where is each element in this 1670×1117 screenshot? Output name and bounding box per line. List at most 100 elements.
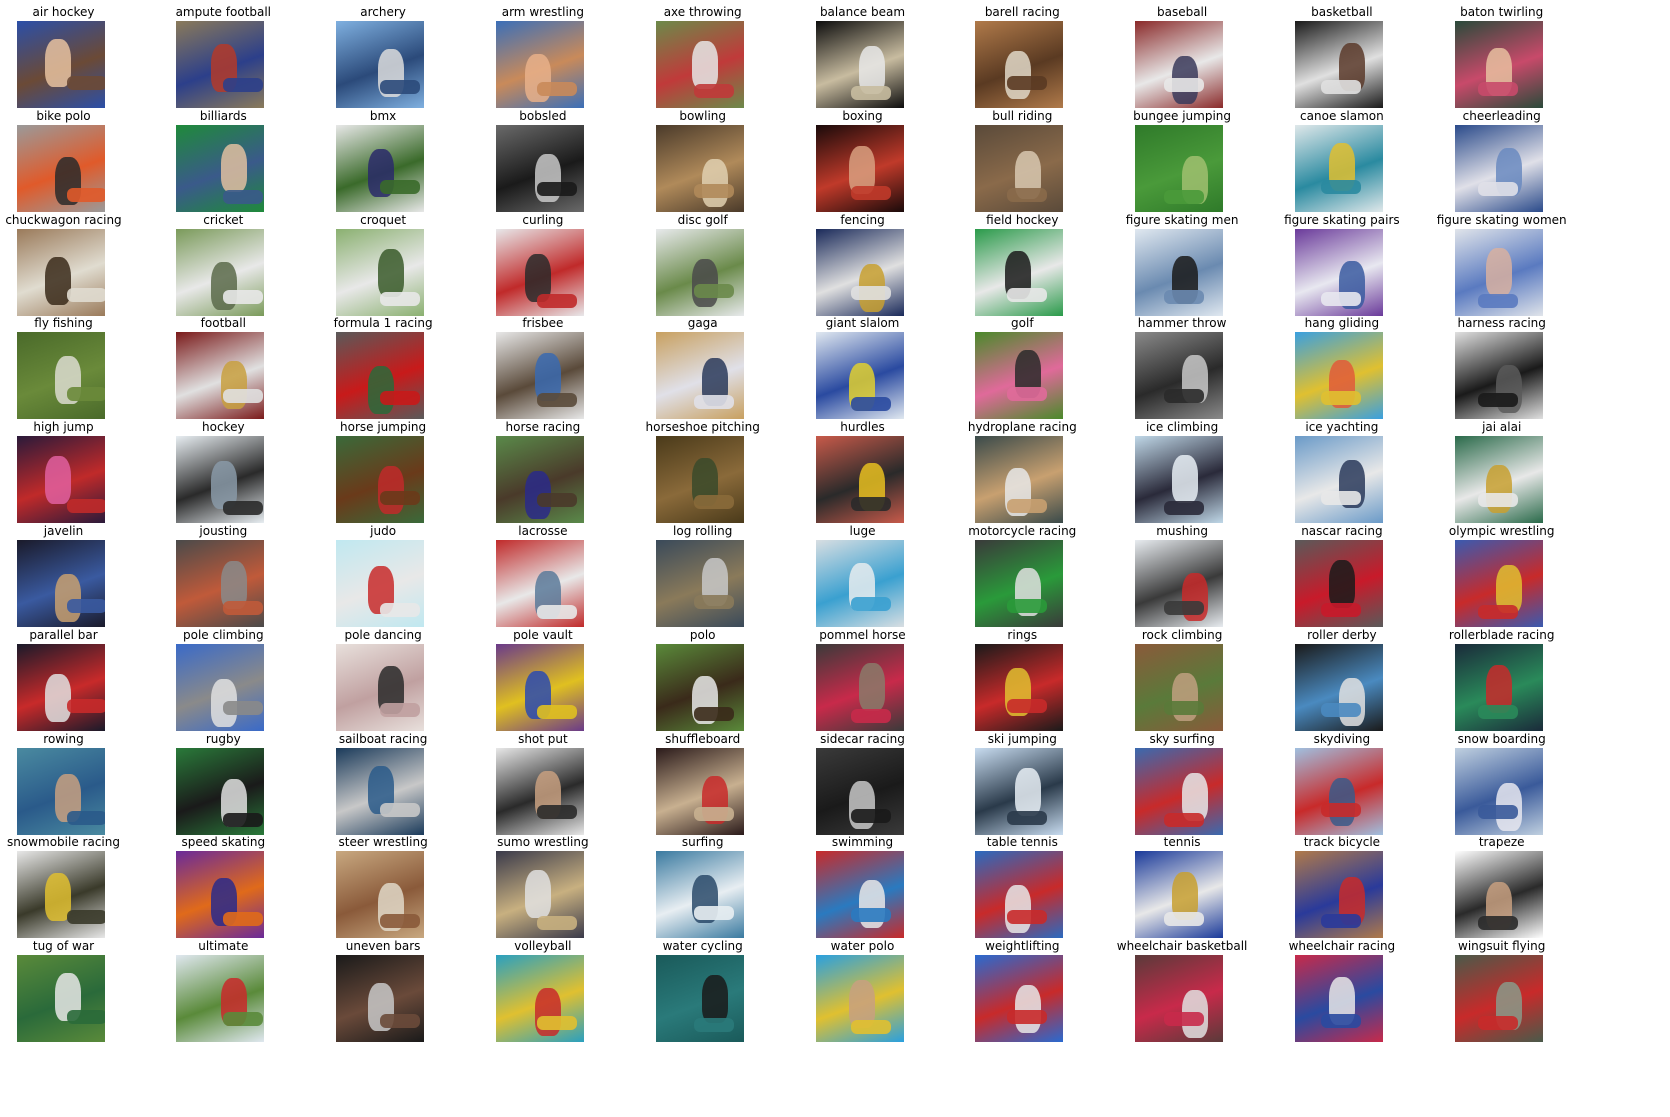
photo-detail bbox=[1477, 393, 1518, 408]
grid-cell: hydroplane racing bbox=[942, 415, 1102, 524]
photo-detail bbox=[1320, 491, 1361, 506]
cell-title: steer wrestling bbox=[338, 835, 428, 850]
grid-cell: ice climbing bbox=[1102, 415, 1262, 524]
photo-detail bbox=[850, 185, 891, 200]
photo-thumbnail bbox=[815, 436, 904, 524]
cell-title: barell racing bbox=[984, 5, 1060, 19]
grid-cell: sailboat racing bbox=[303, 727, 463, 835]
cell-title: pole climbing bbox=[182, 627, 264, 642]
grid-cell: steer wrestling bbox=[303, 830, 463, 939]
photo-subject bbox=[1015, 767, 1042, 816]
cell-title: ski jumping bbox=[987, 731, 1057, 746]
photo-detail bbox=[850, 285, 891, 300]
photo-thumbnail bbox=[1294, 228, 1383, 316]
grid-cell: sumo wrestling bbox=[463, 830, 623, 939]
photo-thumbnail bbox=[336, 540, 425, 627]
photo-detail bbox=[850, 908, 891, 923]
grid-cell: ice yachting bbox=[1262, 415, 1422, 524]
grid-cell: rugby bbox=[143, 727, 303, 835]
cell-title: pole vault bbox=[513, 627, 573, 642]
cell-title: shuffleboard bbox=[665, 731, 741, 746]
photo-thumbnail bbox=[1135, 332, 1224, 420]
photo-thumbnail bbox=[655, 643, 744, 731]
photo-detail bbox=[1320, 802, 1361, 817]
photo-detail bbox=[1007, 1010, 1048, 1025]
photo-detail bbox=[66, 910, 105, 925]
photo-thumbnail bbox=[495, 747, 584, 835]
grid-cell: rollerblade racing bbox=[1422, 623, 1582, 731]
grid-cell: water polo bbox=[783, 934, 943, 1043]
photo-thumbnail bbox=[815, 332, 904, 420]
cell-title: mushing bbox=[1156, 524, 1208, 538]
photo-detail bbox=[536, 704, 577, 719]
cell-title: judo bbox=[370, 524, 397, 538]
photo-subject bbox=[1338, 677, 1365, 726]
cell-title: bungee jumping bbox=[1133, 108, 1231, 123]
grid-cell: pole vault bbox=[463, 623, 623, 731]
cell-title: ice climbing bbox=[1145, 420, 1219, 435]
cell-title: horseshoe pitching bbox=[645, 420, 760, 435]
cell-title: wheelchair racing bbox=[1288, 939, 1396, 954]
photo-thumbnail bbox=[16, 332, 105, 420]
photo-thumbnail bbox=[16, 228, 105, 316]
photo-detail bbox=[66, 187, 105, 202]
cell-title: field hockey bbox=[986, 212, 1059, 227]
cell-title: chuckwagon racing bbox=[5, 212, 122, 227]
cell-title: axe throwing bbox=[663, 5, 742, 19]
cell-title: snowmobile racing bbox=[7, 835, 120, 850]
photo-detail bbox=[536, 82, 577, 96]
photo-subject bbox=[1328, 777, 1355, 826]
grid-cell: balance beam bbox=[783, 0, 943, 108]
photo-thumbnail bbox=[176, 643, 265, 731]
photo-thumbnail bbox=[975, 228, 1064, 316]
cell-title: baseball bbox=[1156, 5, 1208, 19]
photo-thumbnail bbox=[16, 436, 105, 524]
cell-title: gaga bbox=[687, 316, 718, 331]
photo-thumbnail bbox=[16, 124, 105, 212]
photo-thumbnail bbox=[975, 851, 1064, 939]
photo-detail bbox=[536, 916, 577, 931]
photo-thumbnail bbox=[495, 643, 584, 731]
cell-title: cheerleading bbox=[1462, 108, 1541, 123]
photo-thumbnail bbox=[1135, 955, 1224, 1043]
photo-thumbnail bbox=[336, 747, 425, 835]
photo-thumbnail bbox=[176, 540, 265, 627]
grid-cell: axe throwing bbox=[623, 0, 783, 108]
photo-detail bbox=[66, 76, 105, 90]
grid-cell: bull riding bbox=[942, 104, 1102, 212]
photo-detail bbox=[693, 183, 734, 198]
photo-thumbnail bbox=[1454, 747, 1543, 835]
photo-detail bbox=[66, 599, 105, 613]
cell-title: high jump bbox=[33, 420, 94, 435]
cell-title: curling bbox=[522, 212, 564, 227]
cell-title: lacrosse bbox=[518, 524, 568, 538]
photo-detail bbox=[1164, 189, 1205, 204]
photo-thumbnail bbox=[495, 540, 584, 627]
grid-cell: high jump bbox=[0, 415, 144, 524]
cell-title: figure skating women bbox=[1436, 212, 1567, 227]
cell-title: surfing bbox=[681, 835, 724, 850]
photo-detail bbox=[380, 391, 421, 406]
photo-detail bbox=[1477, 293, 1518, 308]
cell-title: jousting bbox=[199, 524, 248, 538]
photo-detail bbox=[1477, 704, 1518, 719]
photo-thumbnail bbox=[815, 643, 904, 731]
photo-detail bbox=[1164, 1012, 1205, 1027]
cell-title: basketball bbox=[1311, 5, 1373, 19]
photo-subject bbox=[368, 366, 395, 415]
cell-title: fencing bbox=[840, 212, 885, 227]
cell-title: bmx bbox=[369, 108, 397, 123]
photo-subject bbox=[44, 456, 71, 505]
photo-detail bbox=[693, 84, 734, 98]
photo-detail bbox=[1320, 179, 1361, 194]
photo-detail bbox=[693, 595, 734, 609]
grid-cell: luge bbox=[783, 519, 943, 627]
photo-subject bbox=[1485, 247, 1512, 296]
photo-thumbnail bbox=[1454, 124, 1543, 212]
photo-subject bbox=[691, 41, 718, 89]
cell-title: log rolling bbox=[673, 524, 733, 538]
grid-cell: golf bbox=[942, 311, 1102, 420]
photo-detail bbox=[66, 287, 105, 302]
cell-title: pommel horse bbox=[819, 627, 906, 642]
grid-cell: pommel horse bbox=[783, 623, 943, 731]
